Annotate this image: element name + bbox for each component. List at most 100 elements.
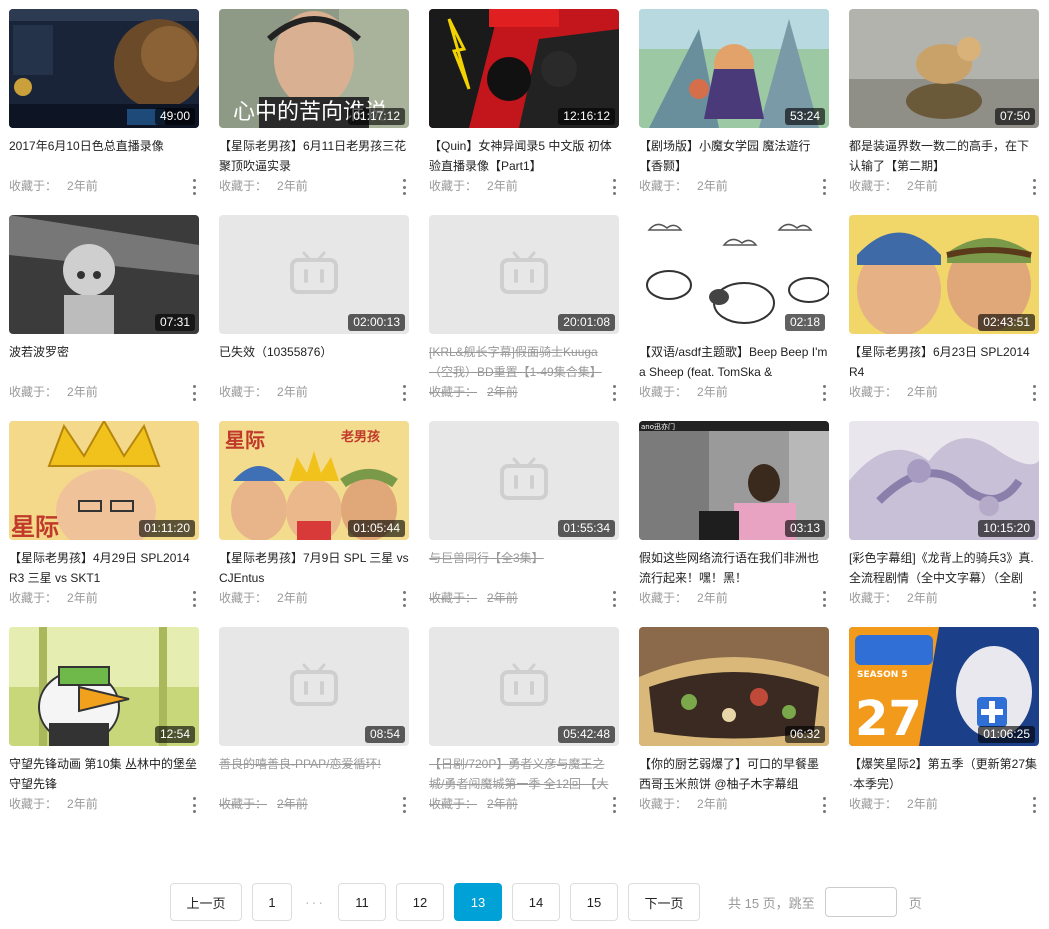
video-card[interactable]: 20:01:08 [KRL&舰长字幕]假面骑士Kuuga（空我）BD重置【1-4…	[429, 215, 619, 421]
more-options-icon[interactable]	[609, 385, 619, 401]
video-card[interactable]: 02:43:51 【星际老男孩】6月23日 SPL2014 R4 收藏于： 2年…	[849, 215, 1039, 421]
favorited-time: 2年前	[697, 591, 728, 605]
more-options-icon[interactable]	[1029, 591, 1039, 607]
more-options-icon[interactable]	[189, 385, 199, 401]
video-duration: 01:17:12	[348, 108, 405, 125]
video-thumbnail[interactable]: 20:01:08	[429, 215, 619, 334]
video-card[interactable]: 53:24 【剧场版】小魔女学园 魔法遊行【香颢】 收藏于： 2年前	[639, 9, 829, 215]
more-options-icon[interactable]	[819, 797, 829, 813]
more-options-icon[interactable]	[399, 179, 409, 195]
page-button-1[interactable]: 1	[252, 883, 292, 921]
video-thumbnail[interactable]: 01:55:34	[429, 421, 619, 540]
video-title[interactable]: 【星际老男孩】6月11日老男孩三花聚顶吹逼实录	[219, 136, 409, 176]
more-options-icon[interactable]	[819, 591, 829, 607]
video-thumbnail[interactable]: 12:54	[9, 627, 199, 746]
video-title[interactable]: 【星际老男孩】7月9日 SPL 三星 vs CJEntus	[219, 548, 409, 588]
video-thumbnail[interactable]: 12:16:12	[429, 9, 619, 128]
video-duration: 12:16:12	[558, 108, 615, 125]
video-title[interactable]: [KRL&舰长字幕]假面骑士Kuuga（空我）BD重置【1-49集合集】	[429, 342, 619, 382]
video-thumbnail[interactable]: 08:54	[219, 627, 409, 746]
video-card[interactable]: ano迅亦门 03:13 假如这些网络流行语在我们非洲也流行起来！嘿！黑！ 收藏…	[639, 421, 829, 627]
page-button-12[interactable]: 12	[396, 883, 444, 921]
more-options-icon[interactable]	[1029, 179, 1039, 195]
video-card[interactable]: 08:54 善良的嘻善良-PPAP/恋爱循环! 收藏于： 2年前	[219, 627, 409, 833]
video-title[interactable]: 【爆笑星际2】第五季（更新第27集·本季完）	[849, 754, 1039, 794]
video-title[interactable]: 2017年6月10日色总直播录像	[9, 136, 199, 176]
more-options-icon[interactable]	[609, 179, 619, 195]
page-button-15[interactable]: 15	[570, 883, 618, 921]
video-title[interactable]: 已失效（10355876）	[219, 342, 409, 382]
video-thumbnail[interactable]: 07:50	[849, 9, 1039, 128]
page-button-11[interactable]: 11	[338, 883, 386, 921]
video-thumbnail[interactable]: 06:32	[639, 627, 829, 746]
video-thumbnail[interactable]: 02:43:51	[849, 215, 1039, 334]
next-page-button[interactable]: 下一页	[628, 883, 700, 921]
video-thumbnail[interactable]: 心中的苦向谁说 01:17:12	[219, 9, 409, 128]
tv-placeholder-icon	[500, 251, 548, 294]
video-thumbnail[interactable]: 星际 老男孩 01:05:44	[219, 421, 409, 540]
video-title[interactable]: 善良的嘻善良-PPAP/恋爱循环!	[219, 754, 409, 794]
video-duration: 02:18	[784, 314, 825, 331]
video-title[interactable]: 【Quin】女神异闻录5 中文版 初体验直播录像【Part1】	[429, 136, 619, 176]
video-title[interactable]: 【你的厨艺弱爆了】可口的早餐墨西哥玉米煎饼 @柚子木字幕组	[639, 754, 829, 794]
more-options-icon[interactable]	[819, 385, 829, 401]
video-card[interactable]: 星际 老男孩 01:05:44 【星际老男孩】7月9日 SPL 三星 vs CJ…	[219, 421, 409, 627]
video-title[interactable]: 【日剧/720P】勇者义彦与魔王之城/勇者闯魔城第一季 全12回 【大	[429, 754, 619, 794]
video-thumbnail[interactable]: 53:24	[639, 9, 829, 128]
more-options-icon[interactable]	[819, 179, 829, 195]
page-button-14[interactable]: 14	[512, 883, 560, 921]
video-card[interactable]: 02:00:13 已失效（10355876） 收藏于： 2年前	[219, 215, 409, 421]
page-button-13-current[interactable]: 13	[454, 883, 502, 921]
video-thumbnail[interactable]: 05:42:48	[429, 627, 619, 746]
video-thumbnail[interactable]: ano迅亦门 03:13	[639, 421, 829, 540]
more-options-icon[interactable]	[189, 591, 199, 607]
more-options-icon[interactable]	[1029, 797, 1039, 813]
video-card[interactable]: 01:55:34 与巨兽同行【全3集】 收藏于： 2年前	[429, 421, 619, 627]
video-card[interactable]: 心中的苦向谁说 01:17:12 【星际老男孩】6月11日老男孩三花聚顶吹逼实录…	[219, 9, 409, 215]
more-options-icon[interactable]	[189, 797, 199, 813]
more-options-icon[interactable]	[1029, 385, 1039, 401]
video-card[interactable]: 12:16:12 【Quin】女神异闻录5 中文版 初体验直播录像【Part1】…	[429, 9, 619, 215]
video-title[interactable]: 【星际老男孩】6月23日 SPL2014 R4	[849, 342, 1039, 382]
video-thumbnail[interactable]: 02:00:13	[219, 215, 409, 334]
video-title[interactable]: 波若波罗密	[9, 342, 199, 382]
more-options-icon[interactable]	[399, 797, 409, 813]
video-thumbnail[interactable]: 星际 01:11:20	[9, 421, 199, 540]
video-card[interactable]: 12:54 守望先锋动画 第10集 丛林中的堡垒 守望先锋 收藏于： 2年前	[9, 627, 199, 833]
video-card[interactable]: 05:42:48 【日剧/720P】勇者义彦与魔王之城/勇者闯魔城第一季 全12…	[429, 627, 619, 833]
more-options-icon[interactable]	[609, 591, 619, 607]
more-options-icon[interactable]	[399, 385, 409, 401]
prev-page-button[interactable]: 上一页	[170, 883, 242, 921]
page-jump-input[interactable]	[824, 887, 897, 917]
video-title[interactable]: [彩色字幕组]《龙背上的骑兵3》真.全流程剧情（全中文字幕）（全剧	[849, 548, 1039, 588]
video-card[interactable]: 06:32 【你的厨艺弱爆了】可口的早餐墨西哥玉米煎饼 @柚子木字幕组 收藏于：…	[639, 627, 829, 833]
video-meta: 收藏于： 2年前	[219, 796, 409, 812]
favorited-time: 2年前	[277, 179, 308, 193]
video-card[interactable]: 10:15:20 [彩色字幕组]《龙背上的骑兵3》真.全流程剧情（全中文字幕）（…	[849, 421, 1039, 627]
video-card[interactable]: 星际 01:11:20 【星际老男孩】4月29日 SPL2014 R3 三星 v…	[9, 421, 199, 627]
video-meta: 收藏于： 2年前	[429, 178, 619, 194]
video-card[interactable]: 07:31 波若波罗密 收藏于： 2年前	[9, 215, 199, 421]
more-options-icon[interactable]	[399, 591, 409, 607]
video-title[interactable]: 【双语/asdf主题歌】Beep Beep I'm a Sheep (feat.…	[639, 342, 829, 382]
video-thumbnail[interactable]: 02:18	[639, 215, 829, 334]
more-options-icon[interactable]	[609, 797, 619, 813]
thumbnail-caption: 星际	[225, 428, 265, 452]
video-thumbnail[interactable]: 49:00	[9, 9, 199, 128]
video-title[interactable]: 都是装逼界数一数二的高手，在下认输了【第二期】	[849, 136, 1039, 176]
video-duration: 01:06:25	[978, 726, 1035, 743]
more-options-icon[interactable]	[189, 179, 199, 195]
video-thumbnail[interactable]: SEASON 5 27 01:06:25	[849, 627, 1039, 746]
video-title[interactable]: 【剧场版】小魔女学园 魔法遊行【香颢】	[639, 136, 829, 176]
video-card[interactable]: SEASON 5 27 01:06:25 【爆笑星际2】第五季（更新第27集·本…	[849, 627, 1039, 833]
video-card[interactable]: 07:50 都是装逼界数一数二的高手，在下认输了【第二期】 收藏于： 2年前	[849, 9, 1039, 215]
video-title[interactable]: 守望先锋动画 第10集 丛林中的堡垒 守望先锋	[9, 754, 199, 794]
video-title[interactable]: 【星际老男孩】4月29日 SPL2014 R3 三星 vs SKT1	[9, 548, 199, 588]
video-card[interactable]: 49:00 2017年6月10日色总直播录像 收藏于： 2年前	[9, 9, 199, 215]
video-card[interactable]: 02:18 【双语/asdf主题歌】Beep Beep I'm a Sheep …	[639, 215, 829, 421]
video-thumbnail[interactable]: 07:31	[9, 215, 199, 334]
video-title[interactable]: 假如这些网络流行语在我们非洲也流行起来！嘿！黑！	[639, 548, 829, 588]
video-title[interactable]: 与巨兽同行【全3集】	[429, 548, 619, 588]
video-thumbnail[interactable]: 10:15:20	[849, 421, 1039, 540]
thumbnail-caption: 星际	[11, 513, 59, 540]
